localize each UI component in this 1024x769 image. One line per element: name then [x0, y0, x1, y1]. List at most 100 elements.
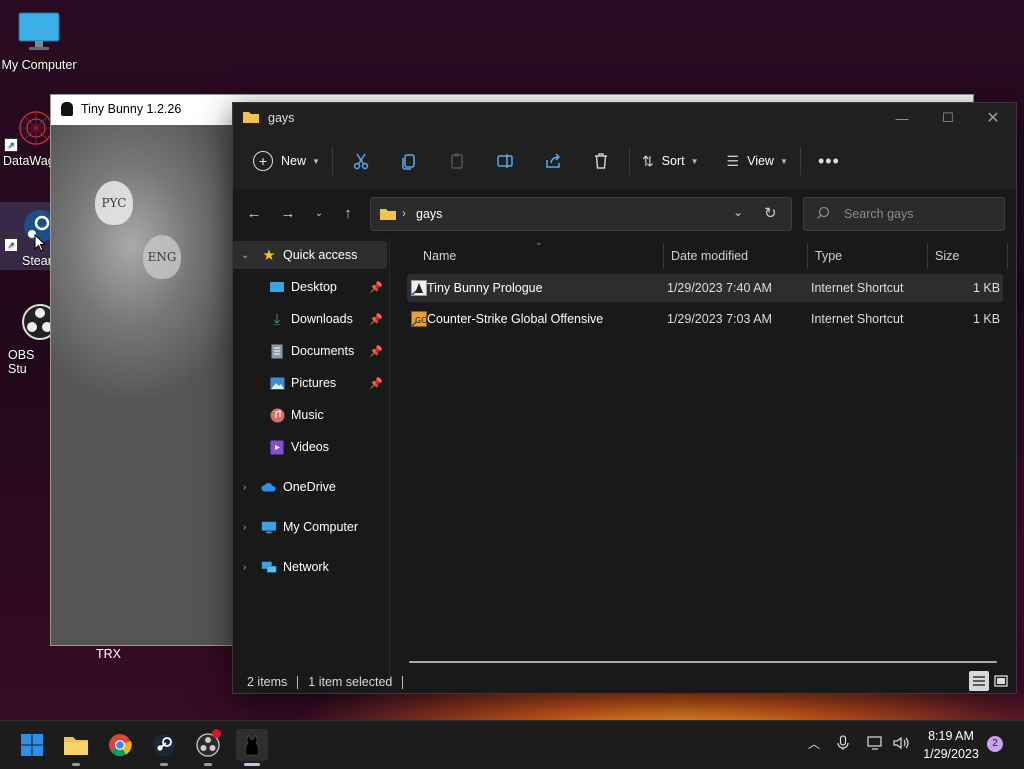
taskbar-chrome[interactable]	[104, 729, 136, 761]
status-divider	[297, 675, 299, 689]
language-option-eng[interactable]: ENG	[143, 235, 181, 279]
nav-pictures[interactable]: Pictures 📌	[233, 369, 389, 397]
desktop-icon-my-computer[interactable]: My Computer	[0, 10, 78, 72]
desktop-icon-obs[interactable]: OBS Stu	[0, 300, 56, 376]
start-button[interactable]	[16, 729, 48, 761]
breadcrumb-segment[interactable]: gays	[416, 207, 442, 221]
nav-network[interactable]: › Network	[233, 553, 389, 581]
nav-videos[interactable]: Videos	[233, 433, 389, 461]
column-label: Size	[935, 249, 960, 263]
chevron-right-icon[interactable]: ›	[243, 482, 246, 493]
explorer-titlebar[interactable]: gays — ☐ ✕	[233, 103, 1016, 133]
nav-label: Music	[291, 408, 324, 422]
details-view-button[interactable]	[969, 671, 989, 691]
view-button[interactable]: ☰ View ▼	[719, 144, 796, 178]
search-placeholder: Search gays	[844, 207, 914, 221]
nav-onedrive[interactable]: › OneDrive	[233, 473, 389, 501]
copy-button[interactable]	[385, 144, 433, 178]
volume-icon[interactable]	[892, 735, 910, 754]
show-hidden-icons-button[interactable]: ︿	[808, 735, 820, 752]
file-date: 1/29/2023 7:03 AM	[667, 312, 772, 326]
delete-button[interactable]	[577, 144, 625, 178]
download-arrow-icon: ⤓	[273, 310, 281, 328]
notification-badge[interactable]: 2	[987, 736, 1003, 752]
rename-button[interactable]	[481, 144, 529, 178]
forward-button[interactable]: →	[276, 203, 300, 223]
taskbar-clock[interactable]: 8:19 AM 1/29/2023	[916, 727, 986, 763]
monitor-icon	[17, 10, 61, 54]
sort-icon: ⇅	[641, 152, 654, 169]
maximize-button[interactable]: ☐	[925, 103, 971, 133]
share-button[interactable]	[529, 144, 577, 178]
nav-desktop[interactable]: Desktop 📌	[233, 273, 389, 301]
horizontal-scrollbar[interactable]	[409, 661, 997, 663]
sort-label: Sort	[661, 154, 685, 168]
nav-documents[interactable]: Documents 📌	[233, 337, 389, 365]
column-header-name[interactable]: Name	[423, 245, 456, 267]
steam-icon	[153, 734, 175, 756]
column-divider[interactable]	[927, 243, 928, 269]
address-dropdown-button[interactable]: ⌄	[733, 205, 743, 219]
file-type: Internet Shortcut	[811, 281, 904, 295]
music-note-icon	[269, 407, 285, 423]
nav-label: Videos	[291, 440, 329, 454]
taskbar-tiny-bunny[interactable]	[236, 729, 268, 766]
address-bar[interactable]: › gays ⌄ ↻	[370, 197, 792, 231]
nav-music[interactable]: Music	[233, 401, 389, 429]
column-divider[interactable]	[1007, 243, 1008, 269]
new-button[interactable]: + New ▼	[245, 144, 328, 178]
nav-downloads[interactable]: ⤓ Downloads 📌	[233, 305, 389, 333]
video-icon	[269, 439, 285, 455]
chevron-down-icon[interactable]: ⌄	[241, 250, 249, 261]
language-option-rus[interactable]: PYC	[95, 181, 133, 225]
column-header-date[interactable]: Date modified	[671, 245, 748, 267]
desktop-icon-steam[interactable]: ↗ Steam	[0, 202, 56, 270]
ellipsis-icon: •••	[817, 150, 840, 171]
desktop-icon-label: OBS Stu	[8, 348, 35, 376]
paw-print-icon: ENG	[143, 235, 181, 279]
taskbar-obs[interactable]	[192, 729, 224, 766]
file-explorer-window[interactable]: gays — ☐ ✕ + New ▼ ⇅ Sort ▼ ☰ View ▼ •••…	[232, 102, 1017, 694]
taskbar-file-explorer[interactable]	[60, 729, 92, 766]
nav-label: Desktop	[291, 280, 337, 294]
column-label: Date modified	[671, 249, 749, 263]
close-button[interactable]: ✕	[970, 103, 1016, 133]
nav-quick-access[interactable]: ⌄ ★ Quick access	[233, 241, 387, 269]
recent-locations-button[interactable]: ⌄	[307, 203, 331, 223]
nav-my-computer[interactable]: › My Computer	[233, 513, 389, 541]
more-options-button[interactable]: •••	[805, 144, 853, 178]
cut-button[interactable]	[337, 144, 385, 178]
column-divider[interactable]	[807, 243, 808, 269]
microphone-icon[interactable]	[836, 735, 850, 754]
paste-button[interactable]	[433, 144, 481, 178]
selection-count: 1 item selected	[308, 675, 393, 689]
folder-icon	[379, 207, 397, 224]
bunny-app-icon	[61, 102, 73, 116]
scissors-icon	[353, 153, 369, 170]
chevron-right-icon[interactable]: ›	[243, 522, 246, 533]
file-row[interactable]: Tiny Bunny Prologue 1/29/2023 7:40 AM In…	[407, 274, 1003, 302]
new-label: New	[281, 154, 307, 168]
file-row[interactable]: GO Counter-Strike Global Offensive 1/29/…	[407, 305, 1003, 333]
minimize-button[interactable]: —	[879, 103, 925, 133]
large-icons-view-button[interactable]	[991, 671, 1011, 691]
nav-label: Quick access	[283, 248, 358, 262]
taskbar-steam[interactable]	[148, 729, 180, 766]
back-button[interactable]: ←	[242, 203, 266, 223]
column-header-type[interactable]: Type	[815, 245, 842, 267]
desktop-icon-datawag[interactable]: ↗ DataWag	[0, 106, 56, 168]
pin-icon: 📌	[369, 377, 383, 390]
search-input[interactable]: Search gays	[803, 197, 1005, 231]
network-status-icon[interactable]	[866, 735, 884, 754]
nav-label: Documents	[291, 344, 355, 358]
column-header-size[interactable]: Size	[935, 245, 959, 267]
refresh-button[interactable]: ↻	[764, 204, 777, 222]
column-divider[interactable]	[663, 243, 664, 269]
chevron-right-icon[interactable]: ›	[243, 562, 246, 573]
up-button[interactable]: ↑	[336, 203, 360, 223]
nav-label: Pictures	[291, 376, 337, 390]
game-canvas[interactable]: PYC ENG	[51, 125, 232, 645]
sort-button[interactable]: ⇅ Sort ▼	[634, 144, 707, 178]
obs-icon	[6, 300, 56, 344]
tiny-bunny-shortcut-icon	[411, 280, 427, 299]
